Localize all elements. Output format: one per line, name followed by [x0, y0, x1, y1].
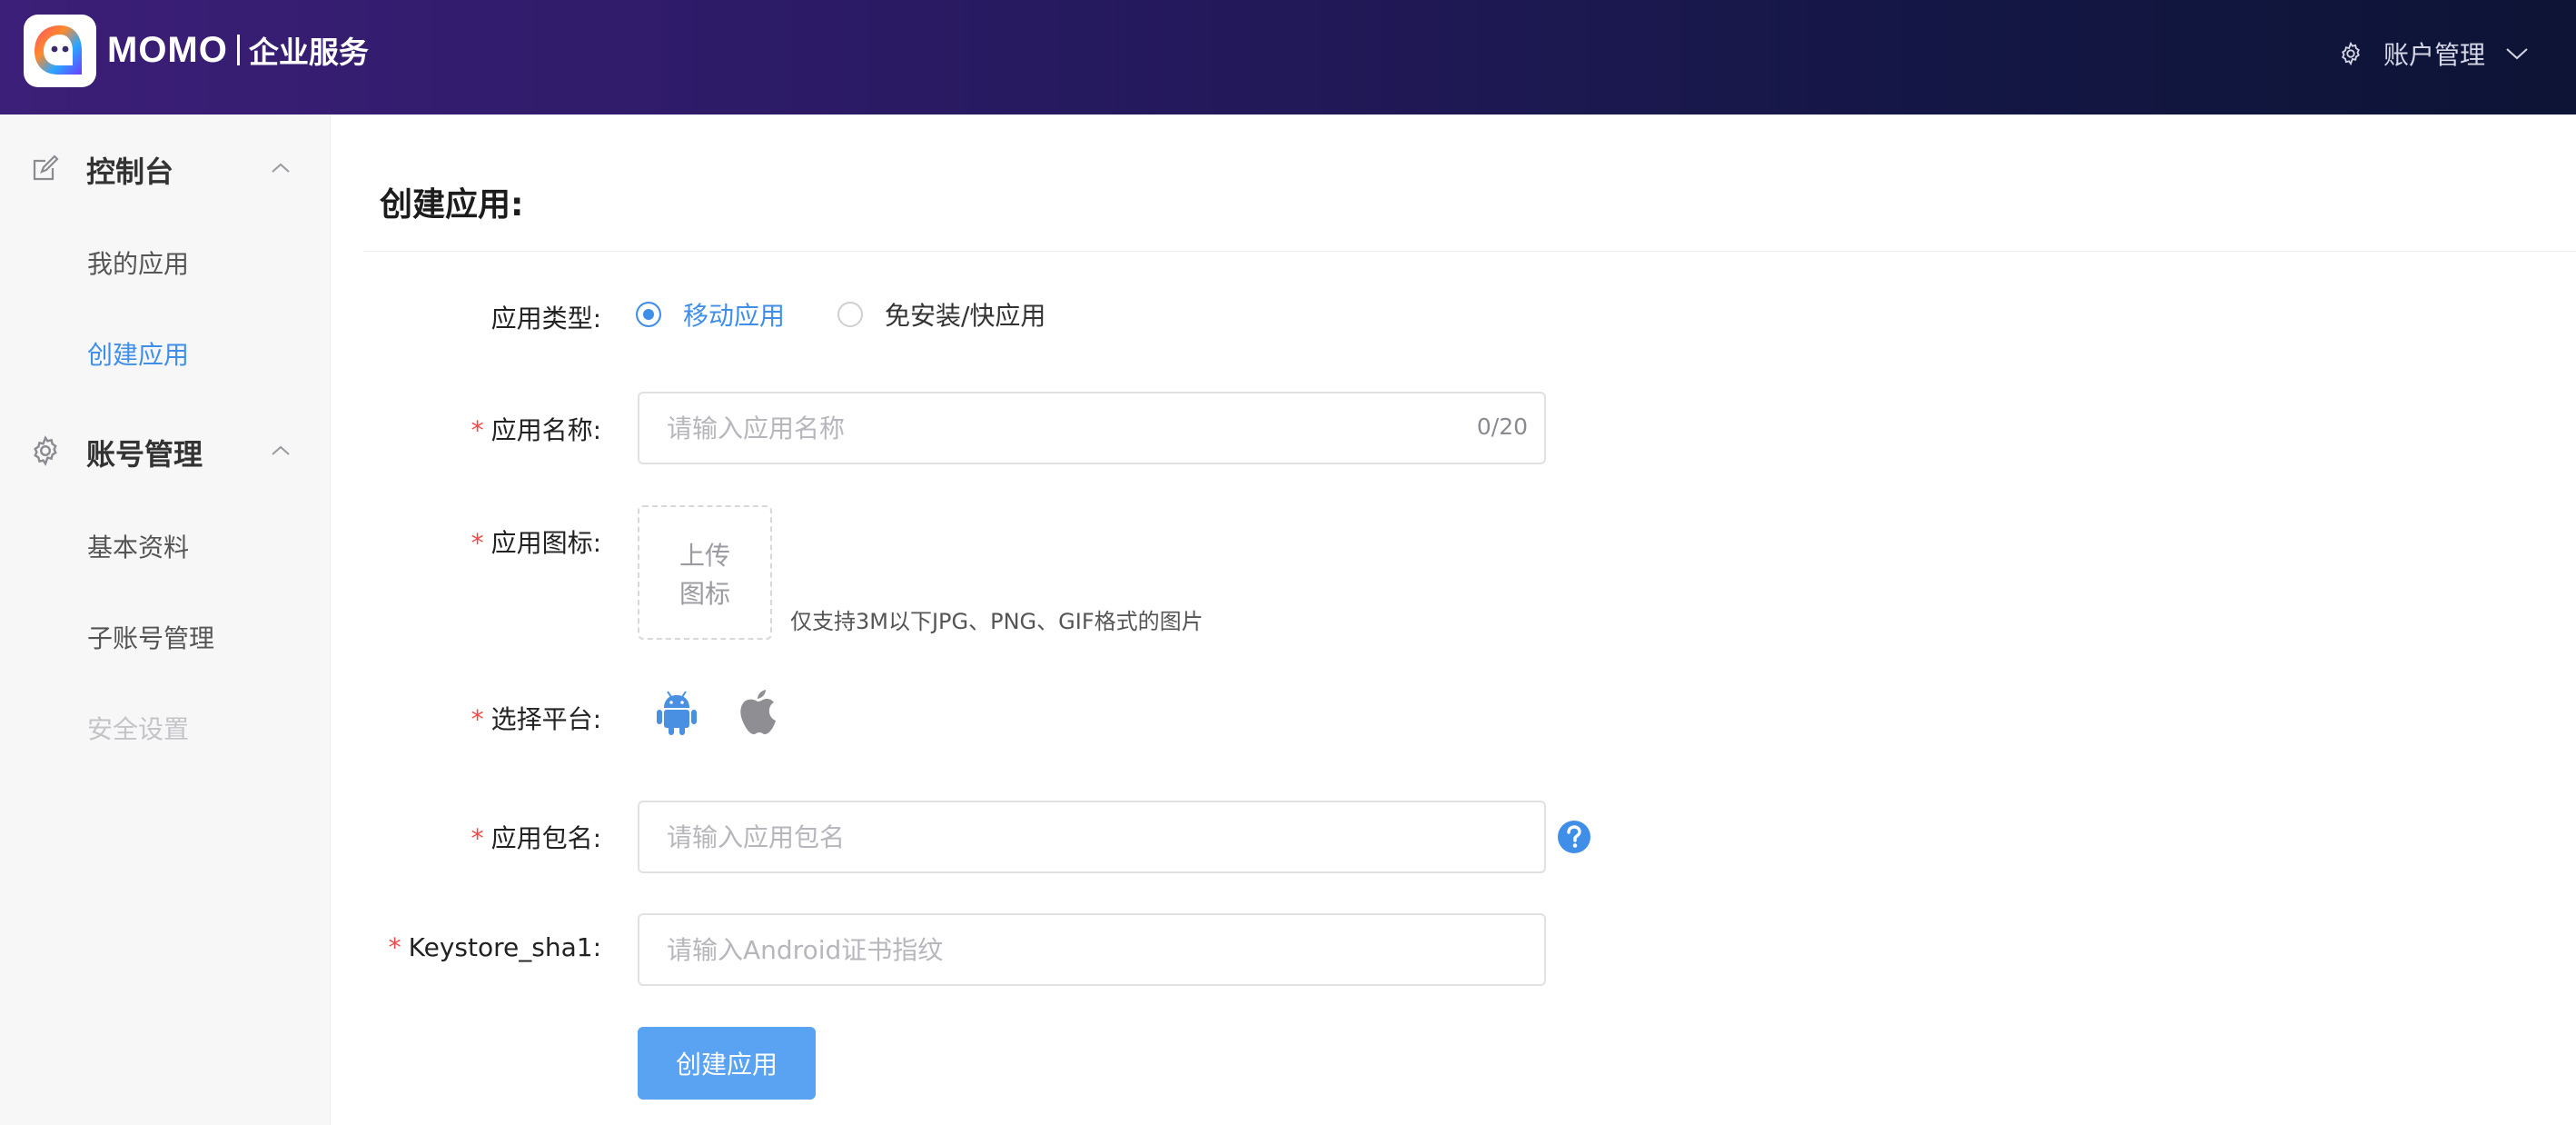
- app-name-input[interactable]: [667, 393, 1448, 463]
- sidebar-item-sub-accounts[interactable]: 子账号管理: [0, 606, 331, 664]
- sidebar-group-title: 账号管理: [86, 437, 203, 472]
- chevron-up-icon: [272, 163, 290, 173]
- required-mark: *: [388, 932, 401, 962]
- sidebar-item-label: 安全设置: [87, 714, 190, 744]
- brand-divider: [236, 35, 240, 65]
- char-counter: 0/20: [1476, 413, 1528, 440]
- required-mark: *: [471, 528, 484, 558]
- upload-icon-button[interactable]: 上传 图标: [638, 505, 772, 640]
- required-mark: *: [471, 823, 484, 853]
- sidebar-item-label: 我的应用: [87, 249, 190, 279]
- sidebar-group-account[interactable]: 账号管理: [0, 419, 331, 483]
- brand-name: MOMO: [107, 29, 228, 70]
- keystore-input[interactable]: [667, 915, 1448, 984]
- sidebar-item-my-apps[interactable]: 我的应用: [0, 232, 331, 290]
- sidebar: 控制台 我的应用 创建应用 账号管理 基本资料 子账号管理 安全设置: [0, 114, 331, 1125]
- gear-icon: [34, 435, 57, 466]
- package-name-field: [638, 801, 1546, 873]
- question-icon[interactable]: [1557, 820, 1591, 854]
- radio-mobile-app[interactable]: 移动应用: [636, 296, 785, 333]
- chevron-down-icon: [2506, 48, 2528, 60]
- edit-icon: [33, 154, 59, 181]
- momo-logo-icon[interactable]: [24, 15, 96, 87]
- app-type-label: 应用类型:: [490, 304, 601, 334]
- brand-subtitle: 企业服务: [248, 35, 369, 70]
- radio-dot: [837, 302, 863, 327]
- apple-icon[interactable]: [738, 689, 778, 736]
- app-name-field: 0/20: [638, 392, 1546, 464]
- radio-label: 免安装/快应用: [885, 301, 1046, 331]
- sidebar-item-create-app[interactable]: 创建应用: [0, 323, 331, 381]
- radio-dot: [636, 302, 661, 327]
- chevron-up-icon: [272, 445, 290, 455]
- sidebar-item-profile[interactable]: 基本资料: [0, 515, 331, 573]
- gear-icon: [2342, 41, 2360, 66]
- top-header: MOMO 企业服务 账户管理: [0, 0, 2576, 114]
- upload-text-line1: 上传: [679, 541, 730, 571]
- title-divider: [363, 251, 2576, 252]
- radio-quick-app[interactable]: 免安装/快应用: [837, 296, 1045, 333]
- account-menu[interactable]: 账户管理: [2338, 33, 2529, 75]
- required-mark: *: [471, 415, 484, 445]
- package-name-input[interactable]: [667, 802, 1448, 871]
- keystore-label: * Keystore_sha1:: [388, 932, 601, 962]
- sidebar-item-security: 安全设置: [0, 697, 331, 755]
- app-name-label: * 应用名称:: [471, 415, 601, 445]
- sidebar-item-label: 创建应用: [87, 340, 190, 370]
- required-mark: *: [471, 704, 484, 734]
- upload-text-line2: 图标: [679, 579, 730, 609]
- radio-label: 移动应用: [683, 301, 786, 331]
- create-app-button[interactable]: 创建应用: [638, 1027, 816, 1100]
- page-title: 创建应用:: [380, 186, 524, 224]
- keystore-field: [638, 913, 1546, 986]
- account-menu-label: 账户管理: [2383, 40, 2485, 70]
- android-icon[interactable]: [656, 691, 698, 736]
- app-icon-label: * 应用图标:: [471, 528, 601, 558]
- platform-label: * 选择平台:: [471, 704, 601, 734]
- sidebar-item-label: 基本资料: [87, 533, 190, 562]
- sidebar-group-console[interactable]: 控制台: [0, 136, 331, 200]
- brand: MOMO 企业服务: [107, 27, 369, 73]
- upload-hint: 仅支持3M以下JPG、PNG、GIF格式的图片: [790, 609, 1204, 634]
- sidebar-group-title: 控制台: [86, 154, 174, 189]
- package-name-label: * 应用包名:: [471, 823, 601, 853]
- sidebar-item-label: 子账号管理: [87, 623, 215, 653]
